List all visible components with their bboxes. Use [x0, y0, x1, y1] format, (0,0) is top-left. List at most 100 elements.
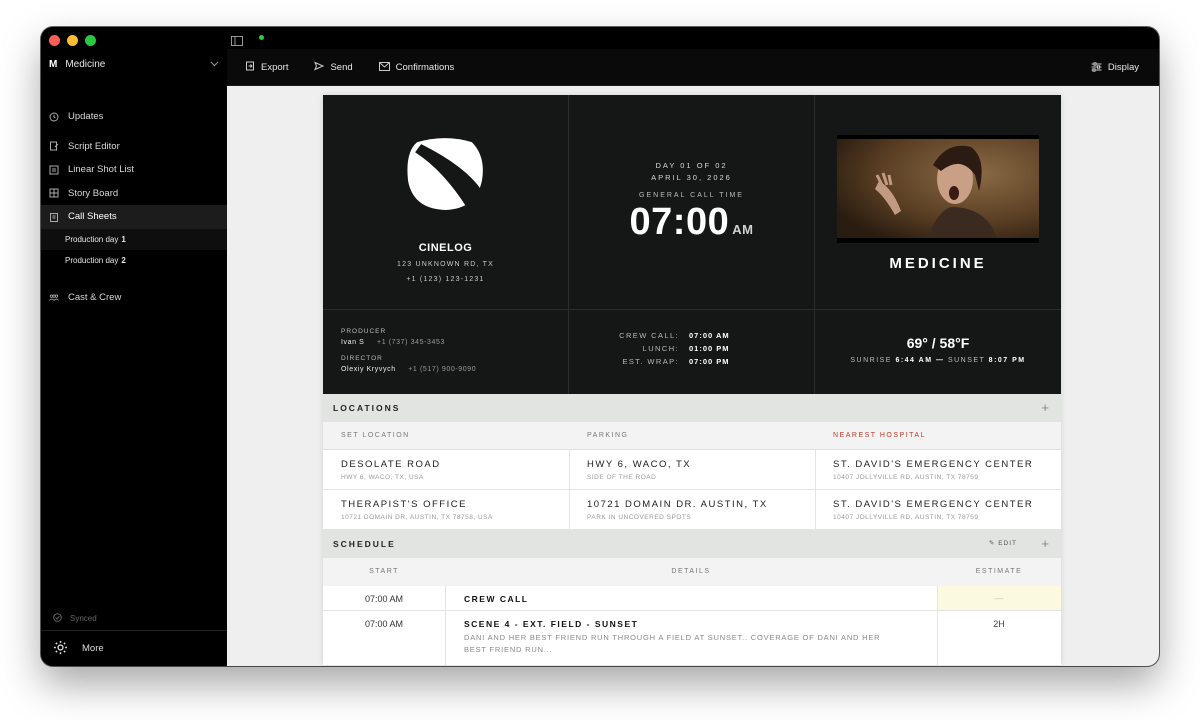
company-logo [407, 138, 483, 210]
send-button[interactable]: Send [314, 61, 353, 73]
maximize-window-button[interactable] [85, 35, 96, 46]
workspace-logo: M [49, 58, 58, 70]
edit-label: EDIT [998, 540, 1017, 547]
mail-icon [378, 61, 390, 73]
more-label: More [82, 643, 104, 654]
set-location-address: HWY 6, WACO, TX, USA [341, 474, 424, 481]
sidebar-item-linear-shot-list[interactable]: Linear Shot List [41, 158, 227, 182]
send-label: Send [330, 61, 353, 73]
send-icon [314, 61, 325, 73]
location-row[interactable]: DESOLATE ROAD HWY 6, WACO, TX, USA HWY 6… [323, 450, 1061, 490]
schedule-item-title: CREW CALL [464, 594, 529, 604]
sidebar-item-label: Updates [68, 111, 104, 123]
chevron-down-icon [210, 59, 219, 70]
schedule-start-time: 07:00 AM [364, 594, 404, 604]
subitem-label: Production day [65, 234, 119, 244]
sidebar-item-label: Story Board [68, 187, 119, 199]
hospital-name: ST. DAVID'S EMERGENCY CENTER [833, 459, 1034, 470]
call-sheet-header: CINELOG 123 UNKNOWN RD, TX +1 (123) 123-… [323, 95, 1061, 394]
sidebar-subitem-production-day-1[interactable]: Production day 1 [41, 228, 227, 250]
weather-temperature: 69° / 58°F [906, 335, 970, 351]
schedule-row[interactable]: 07:00 AM CREW CALL — [323, 586, 1061, 611]
hospital-address: 10407 JOLLYVILLE RD, AUSTIN, TX 78759 [833, 474, 979, 481]
schedule-start-time: 07:00 AM [364, 619, 404, 629]
col-set-location: SET LOCATION [341, 432, 410, 439]
call-time-ampm: AM [732, 222, 754, 237]
company-phone: +1 (123) 123-1231 [406, 276, 485, 283]
export-button[interactable]: Export [245, 61, 288, 73]
crew-call-label: CREW CALL: [619, 331, 679, 340]
producer-label: PRODUCER [341, 328, 387, 335]
pencil-icon: ✎ [988, 540, 996, 547]
column-divider [569, 450, 570, 489]
col-nearest-hospital: NEAREST HOSPITAL [833, 432, 926, 439]
more-button[interactable]: More [41, 630, 227, 666]
sunset-label: SUNSET [947, 357, 986, 364]
sunrise-time: 6:44 AM [895, 357, 933, 364]
edit-schedule-button[interactable]: ✎ EDIT [989, 539, 1017, 547]
general-call-time: 07:00 AM [569, 201, 814, 244]
title-bar [227, 27, 1159, 49]
display-button[interactable]: Display [1091, 49, 1139, 86]
col-parking: PARKING [587, 432, 629, 439]
sync-status: Synced [53, 613, 97, 624]
wrap-label: EST. WRAP: [622, 357, 679, 366]
crew-call-row: CREW CALL: 07:00 AM [569, 331, 814, 344]
add-location-button[interactable]: + [1041, 400, 1051, 415]
close-window-button[interactable] [49, 35, 60, 46]
call-sheet-document: CINELOG 123 UNKNOWN RD, TX +1 (123) 123-… [323, 95, 1061, 666]
column-divider [445, 611, 446, 665]
gear-icon [53, 640, 68, 658]
production-day: DAY 01 OF 02 [655, 161, 728, 170]
sidebar-item-label: Linear Shot List [68, 164, 135, 176]
subitem-number: 2 [121, 255, 126, 265]
sidebar-item-script-editor[interactable]: Script Editor [41, 135, 227, 159]
col-estimate: ESTIMATE [975, 568, 1023, 575]
lunch-time: 01:00 PM [689, 344, 730, 353]
check-circle-icon [53, 613, 62, 624]
people-icon [49, 292, 59, 302]
location-row[interactable]: THERAPIST'S OFFICE 10721 DOMAIN DR, AUST… [323, 490, 1061, 530]
workspace-switcher[interactable]: M Medicine [49, 57, 219, 71]
producer-info: Ivan S +1 (737) 345-3453 [341, 339, 445, 346]
grid-icon [49, 188, 59, 198]
schedule-section-header: SCHEDULE ✎ EDIT + [323, 530, 1061, 558]
sun-times: SUNRISE 6:44 AM — SUNSET 8:07 PM [815, 357, 1061, 364]
wrap-row: EST. WRAP: 07:00 PM [569, 357, 814, 370]
sidebar-item-label: Call Sheets [68, 211, 117, 223]
header-divider [323, 309, 1061, 310]
clipboard-icon [49, 212, 59, 222]
general-call-label: GENERAL CALL TIME [639, 192, 744, 199]
director-phone: +1 (517) 900-9090 [408, 366, 477, 373]
minimize-window-button[interactable] [67, 35, 78, 46]
export-icon [245, 61, 255, 73]
sidebar-subitem-production-day-2[interactable]: Production day 2 [41, 249, 227, 271]
parking-note: SIDE OF THE ROAD [587, 474, 657, 481]
confirmations-button[interactable]: Confirmations [378, 61, 454, 73]
locations-table-header: SET LOCATION PARKING NEAREST HOSPITAL [323, 422, 1061, 450]
parking-name: HWY 6, WACO, TX [587, 459, 692, 470]
call-time-column: DAY 01 OF 02 APRIL 30, 2026 GENERAL CALL… [569, 95, 815, 394]
lunch-label: LUNCH: [642, 344, 679, 353]
project-still-image [837, 135, 1039, 243]
company-column: CINELOG 123 UNKNOWN RD, TX +1 (123) 123-… [323, 95, 569, 394]
call-times-list: CREW CALL: 07:00 AM LUNCH: 01:00 PM EST. W… [569, 331, 814, 370]
main-content: Export Send Confirmations Display CINELO… [227, 27, 1159, 666]
schedule-row[interactable]: 07:00 AM SCENE 4 - EXT. FIELD - SUNSET D… [323, 611, 1061, 666]
project-column: MEDICINE 69° / 58°F SUNRISE 6:44 AM — SU… [815, 95, 1061, 394]
workspace-name: Medicine [65, 58, 106, 70]
sidebar-item-cast-crew[interactable]: Cast & Crew [41, 286, 227, 310]
add-schedule-item-button[interactable]: + [1041, 536, 1051, 551]
director-label: DIRECTOR [341, 355, 383, 362]
sidebar-item-label: Script Editor [68, 140, 120, 152]
sidebar-item-label: Cast & Crew [68, 291, 122, 303]
column-divider [815, 490, 816, 529]
company-name: CINELOG [418, 242, 473, 254]
sidebar-item-call-sheets[interactable]: Call Sheets [41, 205, 227, 229]
sidebar-item-updates[interactable]: Updates [41, 105, 227, 129]
sidebar-item-story-board[interactable]: Story Board [41, 182, 227, 206]
schedule-item-title: SCENE 4 - EXT. FIELD - SUNSET [464, 619, 639, 629]
locations-section-header: LOCATIONS + [323, 394, 1061, 422]
schedule-estimate: — [994, 593, 1004, 603]
wrap-time: 07:00 PM [689, 357, 730, 366]
